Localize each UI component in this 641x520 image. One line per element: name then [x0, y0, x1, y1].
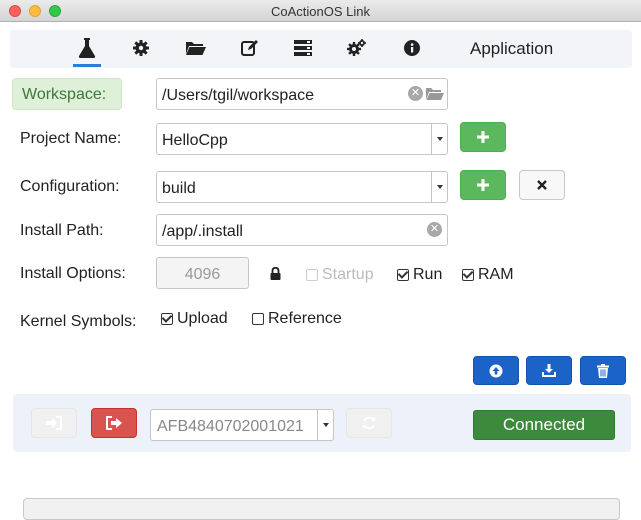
device-serial: AFB4840702001021 [157, 418, 304, 435]
workspace-field[interactable]: /Users/tgil/workspace ✕ [156, 78, 448, 110]
flask-icon[interactable] [77, 38, 97, 58]
sign-out-icon [106, 416, 122, 430]
install-app-button[interactable] [526, 356, 572, 385]
project-name-label: Project Name: [20, 130, 122, 147]
checkbox-box [161, 313, 173, 325]
stack-size-field[interactable]: 4096 [156, 257, 249, 289]
progress-bar [23, 498, 620, 520]
plus-icon [477, 131, 489, 143]
lock-icon [270, 266, 281, 285]
server-icon[interactable] [293, 38, 313, 58]
install-options-label: Install Options: [20, 265, 126, 282]
connection-status-button[interactable]: Connected [473, 410, 615, 440]
configuration-combo[interactable]: build [156, 171, 448, 203]
download-icon [542, 364, 556, 377]
device-combo[interactable]: AFB4840702001021 [150, 409, 334, 441]
edit-icon[interactable] [240, 38, 260, 58]
checkbox-box [397, 269, 409, 281]
title-bar: CoActionOS Link [0, 0, 641, 22]
reference-label: Reference [268, 310, 342, 327]
plus-icon [477, 179, 489, 191]
clear-icon[interactable]: ✕ [427, 222, 442, 237]
delete-app-button[interactable] [580, 356, 626, 385]
window-title: CoActionOS Link [271, 4, 370, 19]
startup-label: Startup [322, 266, 374, 283]
refresh-button[interactable] [346, 408, 392, 438]
ram-label: RAM [478, 266, 514, 283]
refresh-icon [362, 416, 376, 430]
stack-size-placeholder: 4096 [184, 266, 221, 283]
connect-button[interactable] [31, 408, 77, 438]
sign-in-icon [46, 416, 62, 430]
configuration-label: Configuration: [20, 178, 120, 195]
chevron-down-icon[interactable] [317, 410, 333, 440]
configuration-value: build [162, 180, 196, 197]
gear-icon[interactable] [132, 38, 150, 58]
folder-open-icon[interactable] [185, 38, 207, 58]
run-checkbox[interactable]: Run [397, 266, 442, 284]
chevron-down-icon[interactable] [431, 124, 447, 154]
kernel-symbols-label: Kernel Symbols: [20, 313, 137, 330]
main-content: Application Workspace: /Users/tgil/works… [0, 22, 641, 520]
disconnect-button[interactable] [91, 408, 137, 438]
run-label: Run [413, 266, 443, 283]
install-path-value: /app/.install [162, 223, 243, 240]
install-path-label: Install Path: [20, 222, 104, 239]
upload-circle-icon [489, 364, 503, 377]
upload-label: Upload [177, 310, 228, 327]
trash-icon [597, 363, 609, 378]
chevron-down-icon[interactable] [431, 172, 447, 202]
close-icon [537, 180, 547, 190]
ram-checkbox[interactable]: RAM [462, 266, 514, 284]
checkbox-box [252, 313, 264, 325]
project-name-value: HelloCpp [162, 132, 228, 149]
folder-icon[interactable] [426, 87, 444, 106]
workspace-label: Workspace: [12, 78, 122, 110]
checkbox-box [306, 269, 318, 281]
install-path-field[interactable]: /app/.install ✕ [156, 214, 448, 246]
upload-app-button[interactable] [473, 356, 519, 385]
clear-icon[interactable]: ✕ [408, 86, 423, 101]
add-project-button[interactable] [460, 122, 506, 152]
active-tab-indicator [73, 64, 101, 67]
remove-configuration-button[interactable] [519, 170, 565, 200]
gears-icon[interactable] [346, 38, 368, 58]
workspace-value: /Users/tgil/workspace [162, 87, 315, 104]
startup-checkbox[interactable]: Startup [306, 266, 374, 284]
toolbar: Application [10, 30, 632, 68]
info-icon[interactable] [403, 38, 421, 58]
add-configuration-button[interactable] [460, 170, 506, 200]
checkbox-box [462, 269, 474, 281]
reference-checkbox[interactable]: Reference [252, 310, 342, 328]
section-label: Application [470, 39, 554, 58]
project-name-combo[interactable]: HelloCpp [156, 123, 448, 155]
upload-checkbox[interactable]: Upload [161, 310, 228, 328]
